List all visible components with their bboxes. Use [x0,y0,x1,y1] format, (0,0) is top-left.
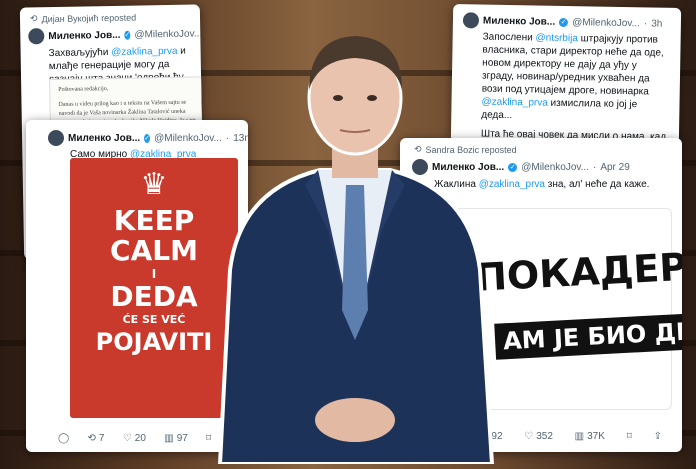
verified-icon: ✓ [124,30,131,40]
retweet-icon: ⟲ [87,433,96,444]
retweet-button[interactable]: ⟲ 7 [88,433,105,444]
author-handle[interactable]: @MilenkoJov... [134,28,202,40]
share-icon: ⇪ [653,431,662,442]
avatar[interactable] [48,130,64,146]
mention-link[interactable]: @ntsrbija [535,32,578,44]
heart-icon: ♡ [122,433,132,444]
author-name[interactable]: Миленко Јов... [68,133,140,144]
author-handle[interactable]: @MilenkoJov... [521,162,589,173]
verified-icon: ✓ [559,17,569,27]
repost-icon: ⟲ [29,13,38,24]
like-button[interactable]: ♡ 352 [524,431,553,442]
bar-chart-icon: ▥ [574,431,585,442]
tweet-text: Запослени @ntsrbija штрајкују против вла… [481,31,664,122]
bar-chart-icon: ▥ [164,433,174,444]
avatar[interactable] [28,28,45,45]
share-button[interactable]: ⇪ [654,431,662,442]
mention-link[interactable]: @zaklina_prva [111,46,177,58]
post-time[interactable]: Apr 29 [600,162,629,173]
author-handle[interactable]: @MilenkoJov... [572,17,640,29]
tweet-actions: ⟲92 ♡352 ▥37K ⌑ ⇪ [480,431,662,442]
author-name[interactable]: Миленко Јов... [48,29,120,41]
repost-indicator: ⟲ Дијан Вукојић reposted [29,12,137,24]
bookmark-icon: ⌑ [626,431,632,442]
views-button[interactable]: ▥ 97 [164,433,188,444]
reply-button[interactable]: ◯ [58,433,69,444]
like-button[interactable]: ♡ 20 [123,433,146,444]
views-button[interactable]: ▥ 37K [575,431,605,442]
verified-icon: ✓ [144,133,151,143]
heart-icon: ♡ [524,431,534,442]
bookmark-button[interactable]: ⌑ [627,431,632,442]
verified-icon: ✓ [508,162,518,172]
reply-icon: ◯ [58,433,70,444]
sticker-line-2: АМ ЈЕ БИО ДЕДА? [494,310,682,360]
man-in-suit [210,20,500,466]
sticker-line-1: ПОКАДЕРИ, [474,242,682,300]
post-time[interactable]: 3h [651,18,662,29]
